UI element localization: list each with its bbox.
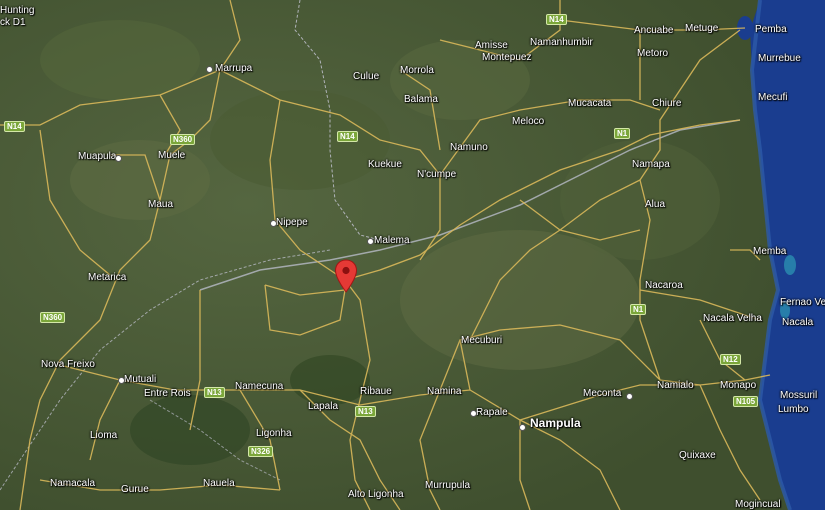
place-chiure[interactable]: Chiure xyxy=(652,98,681,109)
place-malema[interactable]: Malema xyxy=(374,235,410,246)
place-dot xyxy=(118,377,125,384)
place-ligonha[interactable]: Ligonha xyxy=(256,428,292,439)
place-namuno[interactable]: Namuno xyxy=(450,142,488,153)
place-murrebue[interactable]: Murrebue xyxy=(758,53,801,64)
satellite-map[interactable]: Hunting ck D1 Marrupa Muapula Muele Maua… xyxy=(0,0,825,510)
place-dot xyxy=(115,155,122,162)
place-mogincual[interactable]: Mogincual xyxy=(735,499,781,510)
road-shield-n14: N14 xyxy=(337,131,358,142)
road-shield-n14: N14 xyxy=(546,14,567,25)
place-monapo[interactable]: Monapo xyxy=(720,380,756,391)
place-meconta[interactable]: Meconta xyxy=(583,388,621,399)
place-nampula[interactable]: Nampula xyxy=(530,417,581,429)
road-shield-n105: N105 xyxy=(733,396,759,407)
road-shield-n360: N360 xyxy=(40,312,66,323)
place-mecuburi[interactable]: Mecuburi xyxy=(461,335,502,346)
place-pemba[interactable]: Pemba xyxy=(755,24,787,35)
place-nacala[interactable]: Nacala xyxy=(782,317,813,328)
place-mossuril[interactable]: Mossuril xyxy=(780,390,817,401)
place-fernao-ve[interactable]: Fernao Ve xyxy=(780,297,825,308)
place-dot xyxy=(270,220,277,227)
location-pin-icon[interactable] xyxy=(334,259,358,293)
road-shield-n13: N13 xyxy=(355,406,376,417)
place-mecufi[interactable]: Mecufi xyxy=(758,92,787,103)
place-marrupa[interactable]: Marrupa xyxy=(215,63,252,74)
road-shield-n12: N12 xyxy=(720,354,741,365)
place-mucacata[interactable]: Mucacata xyxy=(568,98,611,109)
place-hunting: Hunting xyxy=(0,5,35,16)
place-nipepe[interactable]: Nipepe xyxy=(276,217,308,228)
place-morrola[interactable]: Morrola xyxy=(400,65,434,76)
place-entre-rois[interactable]: Entre Rois xyxy=(144,388,191,399)
place-muele[interactable]: Muele xyxy=(158,150,185,161)
place-kuekue[interactable]: Kuekue xyxy=(368,159,402,170)
road-shield-n360: N360 xyxy=(170,134,196,145)
place-montepuez[interactable]: Montepuez xyxy=(482,52,531,63)
place-ck-d1: ck D1 xyxy=(0,17,26,28)
place-memba[interactable]: Memba xyxy=(753,246,786,257)
place-lumbo[interactable]: Lumbo xyxy=(778,404,809,415)
place-namecuna[interactable]: Namecuna xyxy=(235,381,283,392)
place-amisse[interactable]: Amisse xyxy=(475,40,508,51)
place-gurue[interactable]: Gurue xyxy=(121,484,149,495)
place-murrupula[interactable]: Murrupula xyxy=(425,480,470,491)
place-lioma[interactable]: Lioma xyxy=(90,430,117,441)
place-maua[interactable]: Maua xyxy=(148,199,173,210)
place-muapula[interactable]: Muapula xyxy=(78,151,116,162)
place-ncumpe[interactable]: N'cumpe xyxy=(417,169,456,180)
place-namapa[interactable]: Namapa xyxy=(632,159,670,170)
place-dot xyxy=(206,66,213,73)
road-shield-n326: N326 xyxy=(248,446,274,457)
place-balama[interactable]: Balama xyxy=(404,94,438,105)
place-metuge[interactable]: Metuge xyxy=(685,23,718,34)
place-namina[interactable]: Namina xyxy=(427,386,461,397)
place-namanhumbir[interactable]: Namanhumbir xyxy=(530,37,593,48)
place-nauela[interactable]: Nauela xyxy=(203,478,235,489)
place-meloco[interactable]: Meloco xyxy=(512,116,544,127)
place-alua[interactable]: Alua xyxy=(645,199,665,210)
place-metarica[interactable]: Metarica xyxy=(88,272,126,283)
place-quixaxe[interactable]: Quixaxe xyxy=(679,450,716,461)
place-alto-ligonha[interactable]: Alto Ligonha xyxy=(348,489,404,500)
place-nova-freixo[interactable]: Nova Freixo xyxy=(41,359,95,370)
place-rapale[interactable]: Rapale xyxy=(476,407,508,418)
road-shield-n1: N1 xyxy=(630,304,647,315)
place-namacala[interactable]: Namacala xyxy=(50,478,95,489)
place-culue[interactable]: Culue xyxy=(353,71,379,82)
place-nacaroa[interactable]: Nacaroa xyxy=(645,280,683,291)
place-dot xyxy=(626,393,633,400)
place-mutuali[interactable]: Mutuali xyxy=(124,374,156,385)
place-metoro[interactable]: Metoro xyxy=(637,48,668,59)
place-dot xyxy=(470,410,477,417)
place-lapala[interactable]: Lapala xyxy=(308,401,338,412)
map-terrain xyxy=(0,0,825,510)
place-dot xyxy=(367,238,374,245)
road-shield-n14: N14 xyxy=(4,121,25,132)
place-ancuabe[interactable]: Ancuabe xyxy=(634,25,673,36)
place-nacala-velha[interactable]: Nacala Velha xyxy=(703,313,762,324)
road-shield-n13: N13 xyxy=(204,387,225,398)
place-namialo[interactable]: Namialo xyxy=(657,380,694,391)
place-ribaue[interactable]: Ribaue xyxy=(360,386,392,397)
place-dot xyxy=(519,424,526,431)
road-shield-n1: N1 xyxy=(614,128,631,139)
